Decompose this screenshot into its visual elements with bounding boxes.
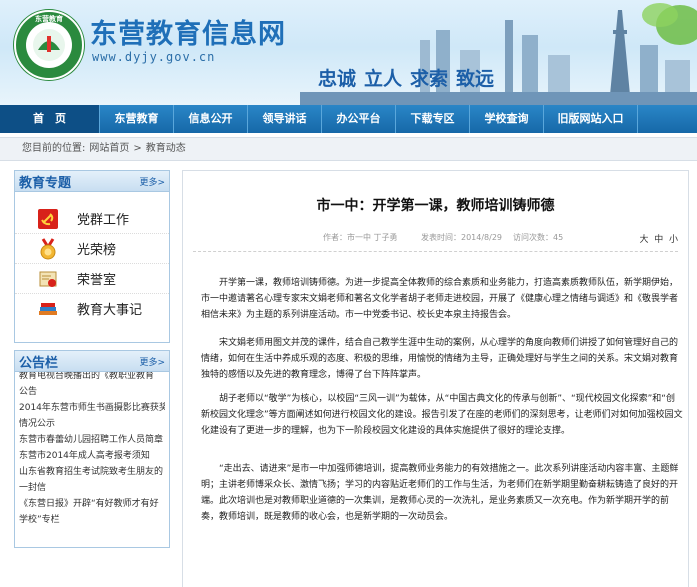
breadcrumb-prefix: 您目前的位置: (22, 143, 86, 154)
topic-item-honor-roll[interactable]: 光荣榜 (15, 234, 169, 264)
site-title: 东营教育信息网 (90, 19, 286, 50)
slogan-word: 求索 (410, 68, 449, 90)
notice-item[interactable]: 公告 (19, 384, 165, 400)
topic-label: 教育大事记 (77, 303, 143, 318)
article-meta: 作者：市一中 丁子勇 发表时间：2014/8/29 访问次数：45 大 中 小 (183, 232, 688, 246)
topic-label: 党群工作 (77, 213, 130, 228)
panel-header: 公告栏 更多> (15, 351, 169, 372)
education-topics-panel: 教育专题 更多> 党群工作 光荣榜 荣誉室 教育大事记 (14, 170, 170, 343)
article-views: 访问次数：45 (513, 233, 564, 242)
font-size-small[interactable]: 小 (669, 235, 678, 245)
site-header: 东营教育 东营教育信息网 www.dyjy.gov.cn 忠诚 立人 求索 致远 (0, 0, 697, 105)
article-paragraph: 开学第一课，教师培训铸师德。为进一步提高全体教师的综合素质和业务能力，打造高素质… (201, 278, 679, 320)
logo: 东营教育 (14, 10, 84, 80)
notice-item[interactable]: 情况公示 (19, 416, 165, 432)
slogan-word: 忠诚 (318, 68, 357, 90)
topic-label: 光荣榜 (77, 243, 117, 258)
panel-title: 公告栏 (19, 356, 59, 371)
notice-item[interactable]: 2014年东营市师生书画摄影比赛获奖 (19, 400, 165, 416)
main-nav: 首 页 东营教育 信息公开 领导讲话 办公平台 下载专区 学校查询 旧版网站入口 (0, 105, 697, 133)
more-link[interactable]: 更多> (139, 355, 165, 368)
topic-item-party-work[interactable]: 党群工作 (15, 204, 169, 234)
slogan: 忠诚 立人 求索 致远 (318, 64, 502, 91)
notice-board-panel: 公告栏 更多> 教育电视台晚播出的《教职业教育 公告 2014年东营市师生书画摄… (14, 350, 170, 548)
nav-item-home[interactable]: 首 页 (0, 105, 100, 133)
article-author: 作者：市一中 丁子勇 (323, 233, 398, 242)
article-paragraph: 胡子老师以“敬学”为核心，以校园“三风一训”为载体，从“中国古典文化的传承与创新… (201, 394, 683, 436)
nav-item-downloads[interactable]: 下载专区 (396, 105, 470, 133)
nav-item-dongying-education[interactable]: 东营教育 (100, 105, 174, 133)
logo-emblem-icon (26, 22, 72, 68)
honor-scroll-icon (39, 271, 57, 287)
notice-item[interactable]: 一封信 (19, 480, 165, 496)
medal-icon (40, 238, 56, 260)
site-url: www.dyjy.gov.cn (92, 50, 216, 64)
article-panel: 市一中：开学第一课，教师培训铸师德 作者：市一中 丁子勇 发表时间：2014/8… (182, 170, 689, 587)
article-paragraph: 宋文娟老师用图文并茂的课件，结合自己教学生涯中生动的案例，从心理学的角度向教师们… (201, 338, 679, 380)
nav-item-office-platform[interactable]: 办公平台 (322, 105, 396, 133)
topic-item-education-events[interactable]: 教育大事记 (15, 294, 169, 323)
nav-item-school-search[interactable]: 学校查询 (470, 105, 544, 133)
panel-header: 教育专题 更多> (15, 171, 169, 192)
notice-item[interactable]: 《东营日报》开辟“有好教师才有好 (19, 496, 165, 512)
font-size-large[interactable]: 大 (639, 235, 648, 245)
notice-item[interactable]: 山东省教育招生考试院致考生朋友的 (19, 464, 165, 480)
notice-item[interactable]: 东营市春蕾幼儿园招聘工作人员简章 (19, 432, 165, 448)
nav-item-info-disclosure[interactable]: 信息公开 (174, 105, 248, 133)
more-link[interactable]: 更多> (139, 175, 165, 188)
party-emblem-icon (38, 209, 58, 229)
notice-item[interactable]: 东营市2014年成人高考报考须知 (19, 448, 165, 464)
books-icon (39, 303, 57, 315)
notice-list: 教育电视台晚播出的《教职业教育 公告 2014年东营市师生书画摄影比赛获奖 情况… (15, 368, 169, 528)
panel-title: 教育专题 (19, 176, 72, 191)
topic-item-honor-room[interactable]: 荣誉室 (15, 264, 169, 294)
nav-item-leader-speeches[interactable]: 领导讲话 (248, 105, 322, 133)
slogan-word: 立人 (364, 68, 403, 90)
font-size-switcher: 大 中 小 (639, 232, 678, 245)
article-title: 市一中：开学第一课，教师培训铸师德 (316, 198, 555, 214)
breadcrumb-home-link[interactable]: 网站首页 (89, 143, 129, 154)
breadcrumb-separator: > (133, 143, 142, 154)
breadcrumb-current[interactable]: 教育动态 (146, 143, 186, 154)
topic-label: 荣誉室 (77, 273, 117, 288)
article-paragraph: “走出去、请进来”是市一中加强师德培训，提高教师业务能力的有效措施之一。此次系列… (201, 464, 679, 522)
font-size-medium[interactable]: 中 (654, 235, 663, 245)
nav-item-old-site[interactable]: 旧版网站入口 (544, 105, 638, 133)
divider (193, 251, 678, 252)
article-time: 发表时间：2014/8/29 (421, 233, 503, 242)
notice-item[interactable]: 学校”专栏 (19, 512, 165, 528)
slogan-word: 致远 (456, 68, 495, 90)
breadcrumb: 您目前的位置: 网站首页 > 教育动态 (0, 137, 697, 161)
